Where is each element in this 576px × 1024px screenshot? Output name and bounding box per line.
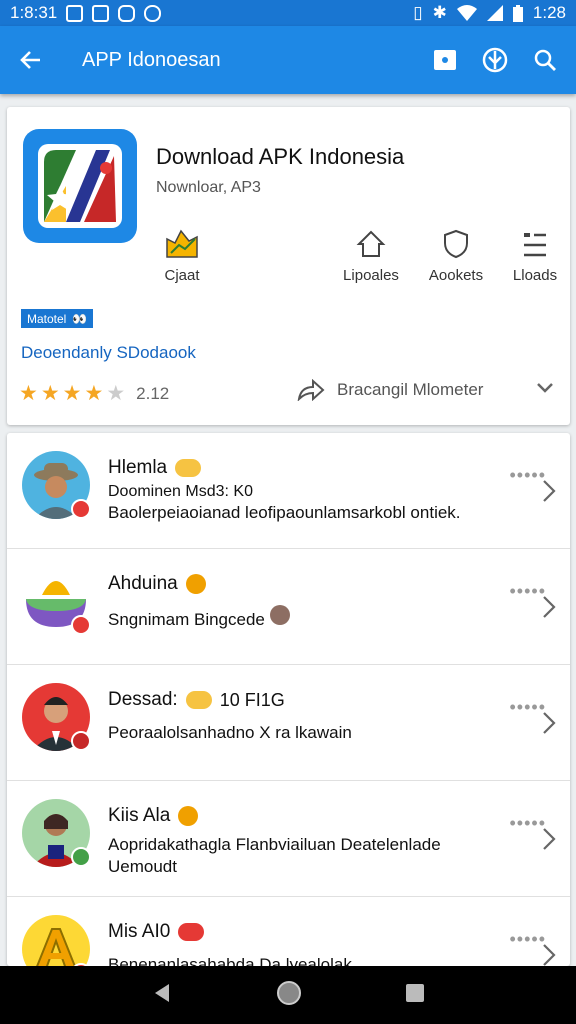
battery-icon [512,4,523,22]
nav-home-button[interactable] [276,980,302,1011]
download-box-icon [434,50,456,70]
shield-notification-icon [144,4,162,22]
square-recents-icon [405,983,424,1002]
verified-badge [71,615,91,635]
circle-home-icon [276,980,301,1005]
category-badge[interactable]: Matotel 👀 [21,309,94,328]
developer-link[interactable]: Deoendanly SDodaook [21,343,196,363]
reviewer-name: Hlemla [108,457,168,478]
status-bar: 1:8:31 ▯ ✱ 1:28 [0,0,576,26]
stat-label: Cjaat [164,267,200,284]
list-item[interactable]: Hlemla Doominen Msd3: K0 Baolerpeiaoiana… [7,433,570,549]
verified-badge [71,731,91,751]
review-text-2: Uemoudt [108,857,177,876]
review-meta: Doominen Msd3: K0 [108,483,253,500]
review-text: Aopridakathagla Flanbviailuan Deatelenla… [108,835,441,854]
badge-label: Matotel [27,311,67,326]
emoji-icon [178,806,199,826]
list-item[interactable]: Kiis Ala Aopridakathagla Flanbviailuan D… [7,781,570,897]
app-logo[interactable] [23,129,137,243]
star-icon: ★ [62,382,82,405]
avatar[interactable] [22,915,90,966]
share-button[interactable]: Bracangil Mlometer [297,379,483,401]
search-icon [534,49,556,71]
review-text-content: Sngnimam Bingcede [108,610,265,629]
expand-button[interactable] [536,381,554,399]
share-arrow-icon [297,379,325,401]
stat-chart[interactable]: Cjaat [132,227,232,284]
vibrate-icon: ▯ [413,3,423,22]
chevron-right-icon[interactable] [542,595,556,624]
bluetooth-icon: ✱ [432,3,447,22]
wifi-icon [456,5,477,21]
more-dots-icon[interactable]: ••••• [509,465,546,486]
rating-value: 2.12 [136,383,170,403]
list-item[interactable]: Dessad: 10 FI1G Peoraalolsanhadno X ra lk… [7,665,570,781]
app-bar: APP Idonoesan [0,26,576,94]
badge-eyes-icon: 👀 [72,311,88,326]
star-icon: ★ [84,382,104,405]
more-dots-icon[interactable]: ••••• [509,581,546,602]
triangle-back-icon [155,983,170,1002]
chevron-right-icon[interactable] [542,943,556,966]
review-text: Baolerpeiaoianad leofipaounlamsarkobl on… [108,503,461,522]
reviewer-name: Mis AI0 [108,921,171,942]
notification-icon [66,4,84,22]
back-button[interactable] [0,26,62,94]
review-text: Benenanlasahabda Da lyealolak [108,955,352,966]
chevron-right-icon[interactable] [542,711,556,740]
emoji-icon [175,459,202,477]
search-button[interactable] [530,45,560,75]
reviewer-name: Ahduina [108,573,178,594]
notification-icon-2 [92,4,110,22]
more-dots-icon[interactable]: ••••• [509,813,546,834]
stat-label: Lloads [512,267,558,284]
star-empty-icon: ★ [106,382,126,405]
app-subtitle: Nownloar, AP3 [156,179,261,196]
app-info-card: Download APK Indonesia Nownloar, AP3 Cja… [7,107,570,425]
nav-recents-button[interactable] [405,983,425,1008]
list-item[interactable]: Ahduina Sngnimam Bingcede ••••• [7,549,570,665]
app-logo-icon [38,144,122,228]
chevron-right-icon[interactable] [542,479,556,508]
review-list: Hlemla Doominen Msd3: K0 Baolerpeiaoiana… [7,433,570,966]
chevron-down-icon [537,383,553,393]
more-dots-icon[interactable]: ••••• [509,697,546,718]
review-text: Peoraalolsanhadno X ra lkawain [108,723,352,742]
badge-icon [482,47,508,73]
share-label: Bracangil Mlometer [337,380,484,399]
star-icon: ★ [40,382,60,405]
reviewer-name: Kiis Ala [108,805,171,826]
chevron-right-icon[interactable] [542,827,556,856]
verified-badge [71,847,91,867]
nav-back-button[interactable] [151,982,173,1009]
clock-left: 1:8:31 [10,3,58,22]
chart-icon [166,229,198,258]
verified-badge [71,499,91,519]
more-dots-icon[interactable]: ••••• [509,929,546,950]
download-button[interactable] [430,45,460,75]
clock-right: 1:28 [532,3,566,22]
app-bar-title: APP Idonoesan [82,48,221,71]
arrow-left-icon [20,51,40,69]
emoji-icon [185,574,206,594]
emoji-icon [269,605,290,625]
home-icon [356,230,386,257]
signal-icon [486,5,503,21]
emoji-icon [178,923,205,941]
rating: ★ ★ ★ ★ ★ 2.12 [19,381,169,406]
shield-icon [444,229,468,259]
review-text: Sngnimam Bingcede [108,605,290,630]
reviewer-name: Dessad: [108,689,178,710]
list-icon [524,233,546,257]
emoji-icon [185,691,212,709]
app-name: Download APK Indonesia [156,144,405,169]
verified-button[interactable] [480,45,510,75]
list-item[interactable]: Mis AI0 Benenanlasahabda Da lyealolak ••… [7,897,570,966]
system-nav-bar [0,966,576,1024]
notification-icon-3 [118,4,136,22]
stat-list[interactable]: Lloads [485,227,576,284]
star-icon: ★ [19,382,38,405]
reviewer-name-extra: 10 FI1G [219,689,285,710]
